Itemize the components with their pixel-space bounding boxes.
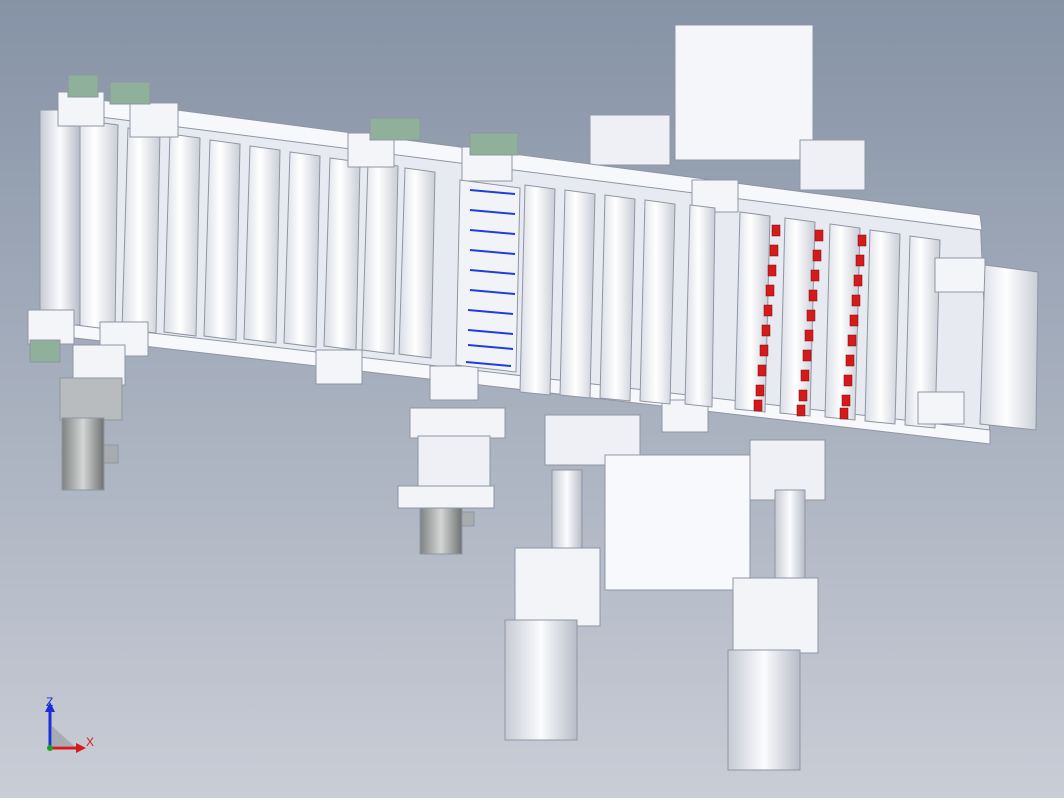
bracket-right-top[interactable] — [934, 257, 986, 293]
bracket-bottom-left[interactable] — [27, 309, 75, 345]
xz-plane-icon — [52, 726, 74, 746]
left-idler-cylinder[interactable] — [39, 109, 81, 326]
short-roller-set[interactable] — [455, 179, 521, 373]
right-end-rollers[interactable] — [979, 264, 1039, 431]
bracket-top-2[interactable] — [129, 102, 179, 138]
upper-cover-box[interactable] — [674, 24, 814, 161]
assembly-model[interactable] — [0, 0, 1064, 798]
x-axis-arrow-icon — [76, 743, 86, 753]
cad-viewport[interactable]: Z X — [0, 0, 1064, 798]
bracket-bottom-3[interactable] — [315, 349, 363, 385]
bracket-right-bottom[interactable] — [917, 391, 965, 425]
bracket-bottom-4[interactable] — [429, 365, 479, 401]
z-axis-label: Z — [46, 696, 53, 709]
left-bearing-block[interactable] — [589, 114, 671, 166]
right-bearing-block[interactable] — [799, 139, 866, 191]
x-axis-label: X — [86, 735, 94, 749]
axis-triad[interactable]: Z X — [40, 696, 100, 756]
origin-dot-icon — [47, 745, 53, 751]
